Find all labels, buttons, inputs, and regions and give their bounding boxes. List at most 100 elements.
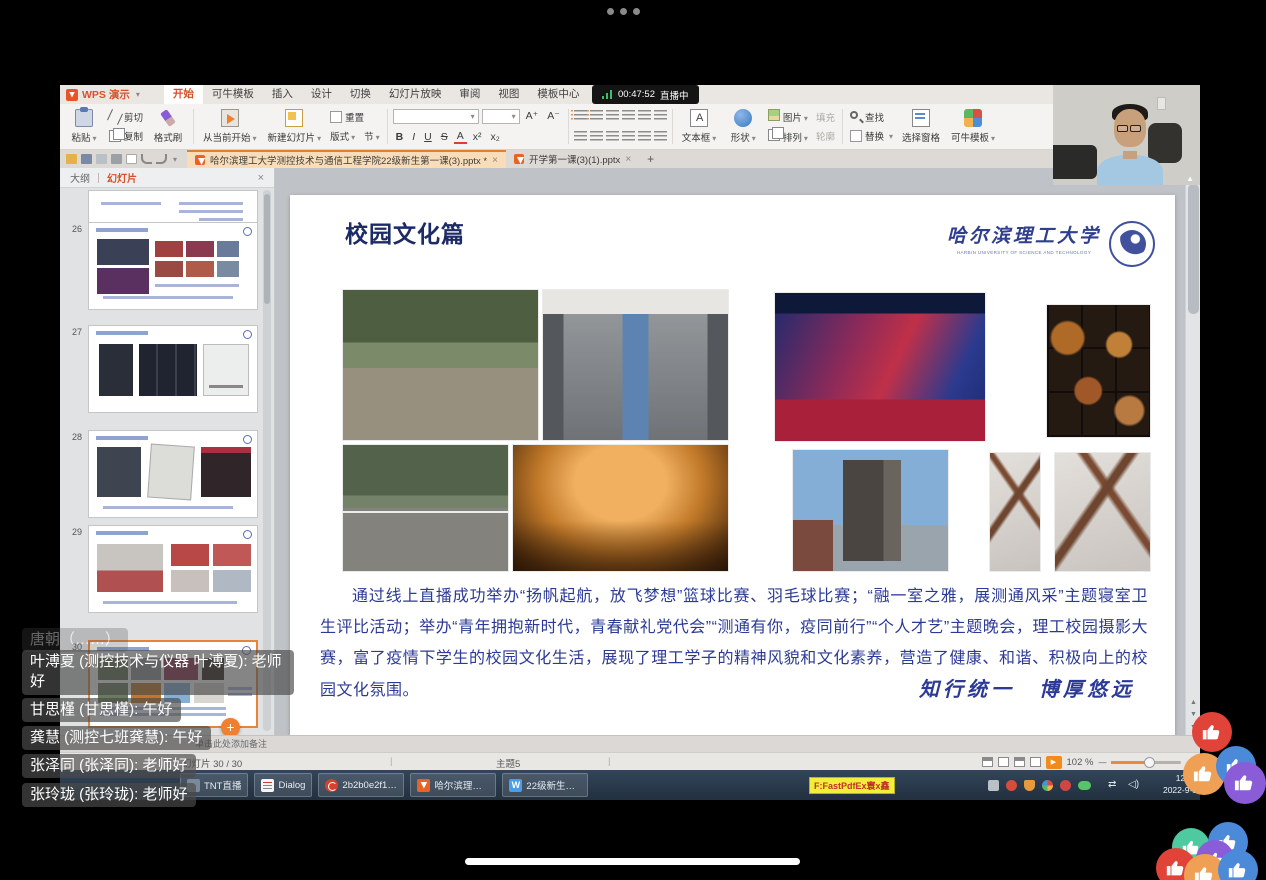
ribbon-tab-transition[interactable]: 切换 xyxy=(341,85,380,104)
new-tab-button[interactable]: + xyxy=(639,152,662,166)
slide-30[interactable]: 校园文化篇 哈尔滨理工大学 HARBIN UNIVERSITY OF SCIEN… xyxy=(290,195,1175,735)
taskbar-item-hash-file[interactable]: 2b2b0e2f1ef04... xyxy=(318,773,404,797)
distribute-icon[interactable] xyxy=(638,131,651,143)
find-button[interactable]: 查找 xyxy=(848,110,895,124)
italic-button[interactable]: I xyxy=(409,131,418,143)
presenter-webcam[interactable]: ▲ xyxy=(1053,85,1200,185)
photo-evening-party[interactable] xyxy=(513,445,728,571)
tray-red-icon[interactable] xyxy=(1006,780,1017,791)
photo-campus-building[interactable] xyxy=(793,450,948,571)
tray-mail-icon[interactable] xyxy=(988,780,999,791)
ribbon-tab-insert[interactable]: 插入 xyxy=(263,85,302,104)
zoom-slider-knob[interactable] xyxy=(1144,757,1155,768)
increase-font-button[interactable]: A⁺ xyxy=(523,110,542,122)
picture-button[interactable]: 图片▾ xyxy=(768,109,808,124)
shapes-button[interactable]: 形状▾ xyxy=(723,107,763,146)
tray-shield-icon[interactable] xyxy=(1024,780,1035,791)
photo-winter-branch-large[interactable] xyxy=(1055,453,1150,571)
undo-icon[interactable] xyxy=(141,154,152,164)
photo-basketball-court[interactable] xyxy=(343,290,538,440)
subscript-button[interactable]: x₂ xyxy=(488,131,503,143)
slide-thumbnail-29[interactable] xyxy=(88,525,258,613)
preview-icon[interactable] xyxy=(126,154,137,164)
reading-view-icon[interactable] xyxy=(1014,757,1025,767)
document-tab-other[interactable]: 开学第一课(3)(1).pptx × xyxy=(506,150,639,168)
outline-button[interactable]: 轮廓 xyxy=(816,129,835,143)
slide-thumbnail-26[interactable] xyxy=(88,222,258,310)
redo-icon[interactable] xyxy=(156,154,167,164)
print-icon[interactable] xyxy=(111,154,122,164)
keniu-template-button[interactable]: 可牛模板▾ xyxy=(947,107,999,146)
outline-view-icon[interactable] xyxy=(1030,757,1041,767)
numbering-icon[interactable] xyxy=(590,110,603,122)
slide-title[interactable]: 校园文化篇 xyxy=(345,215,465,249)
caret-down-icon[interactable]: ▾ xyxy=(173,155,177,164)
ribbon-tab-home[interactable]: 开始 xyxy=(164,85,203,104)
normal-view-icon[interactable] xyxy=(982,757,993,767)
columns-icon[interactable] xyxy=(654,110,667,122)
photo-dormitory[interactable] xyxy=(543,290,728,440)
photo-winter-branch-small[interactable] xyxy=(990,453,1040,571)
text-direction-icon[interactable] xyxy=(654,131,667,143)
save-icon[interactable] xyxy=(81,154,92,164)
panel-scrollbar-thumb[interactable] xyxy=(264,194,270,304)
export-icon[interactable] xyxy=(96,154,107,164)
ribbon-tab-slideshow[interactable]: 幻灯片放映 xyxy=(380,85,451,104)
section-button[interactable]: 节▾ xyxy=(364,129,380,143)
close-tab-icon[interactable]: × xyxy=(492,155,498,166)
tray-dot-icon[interactable] xyxy=(1060,780,1071,791)
bullets-icon[interactable] xyxy=(574,110,587,122)
wps-app-menu[interactable]: WPS 演示 ▾ xyxy=(66,87,140,102)
replace-button[interactable]: 替换▾ xyxy=(848,129,895,143)
format-painter-button[interactable]: 格式刷 xyxy=(148,107,188,146)
slideshow-play-button[interactable]: ▶ xyxy=(1046,756,1062,769)
underline-button[interactable]: U xyxy=(421,131,435,143)
ribbon-tab-keniu[interactable]: 可牛模板 xyxy=(203,85,263,104)
copy-button[interactable]: 复制 xyxy=(107,129,145,143)
arrange-button[interactable]: 排列▾ xyxy=(768,129,808,144)
home-indicator[interactable] xyxy=(465,858,800,865)
close-tab-icon[interactable]: × xyxy=(625,154,631,165)
close-panel-icon[interactable]: × xyxy=(258,172,264,184)
tray-browser-icon[interactable] xyxy=(1042,780,1053,791)
align-right-icon[interactable] xyxy=(606,131,619,143)
canvas-scrollbar[interactable]: ▲ ▲ ▼ ▼ xyxy=(1185,168,1200,735)
speaker-icon[interactable]: ◁) xyxy=(1128,779,1139,790)
taskbar-item-word[interactable]: W 22级新生入学教... xyxy=(502,773,588,797)
zoom-out-button[interactable]: — xyxy=(1098,758,1106,767)
justify-icon[interactable] xyxy=(622,131,635,143)
textbox-button[interactable]: 文本框▾ xyxy=(678,107,721,146)
indent-increase-icon[interactable] xyxy=(622,110,635,122)
document-tab-current[interactable]: 哈尔滨理工大学测控技术与通信工程学院22级新生第一课(3).pptx * × xyxy=(187,150,506,168)
photo-badminton-court[interactable] xyxy=(343,445,508,571)
taskbar-item-dialog[interactable]: Dialog xyxy=(254,773,312,797)
paste-button[interactable]: 粘贴▾ xyxy=(64,107,104,146)
slide-sorter-icon[interactable] xyxy=(998,757,1009,767)
fill-button[interactable]: 填充 xyxy=(816,110,835,124)
reset-button[interactable]: 重置 xyxy=(328,110,382,124)
align-left-icon[interactable] xyxy=(574,131,587,143)
tab-outline[interactable]: 大纲 xyxy=(70,170,90,185)
decrease-font-button[interactable]: A⁻ xyxy=(544,110,563,122)
previous-slide-icon[interactable]: ▲ xyxy=(1186,697,1200,709)
tab-slides[interactable]: 幻灯片 xyxy=(107,170,137,185)
selection-pane-button[interactable]: 选择窗格 xyxy=(898,107,944,146)
line-spacing-icon[interactable] xyxy=(638,110,651,122)
superscript-button[interactable]: x² xyxy=(470,131,485,143)
layout-button[interactable]: 版式▾ xyxy=(330,129,355,143)
play-from-current-button[interactable]: 从当前开始▾ xyxy=(199,107,261,146)
overlay-handle-dots[interactable] xyxy=(607,8,640,15)
slide-thumbnail-28[interactable] xyxy=(88,430,258,518)
bold-button[interactable]: B xyxy=(393,131,407,143)
slide-thumbnail-27[interactable] xyxy=(88,325,258,413)
collapse-webcam-icon[interactable]: ▲ xyxy=(1186,174,1194,183)
cut-button[interactable]: 剪切 xyxy=(107,110,145,124)
strikethrough-button[interactable]: S xyxy=(438,131,451,143)
network-icon[interactable]: ⇄ xyxy=(1108,779,1116,790)
ribbon-tab-view[interactable]: 视图 xyxy=(489,85,528,104)
ribbon-tab-review[interactable]: 审阅 xyxy=(450,85,489,104)
tray-pill-icon[interactable] xyxy=(1078,781,1091,790)
open-icon[interactable] xyxy=(66,154,77,164)
photo-stage-gala[interactable] xyxy=(775,293,985,441)
scrollbar-thumb[interactable] xyxy=(1188,184,1199,314)
